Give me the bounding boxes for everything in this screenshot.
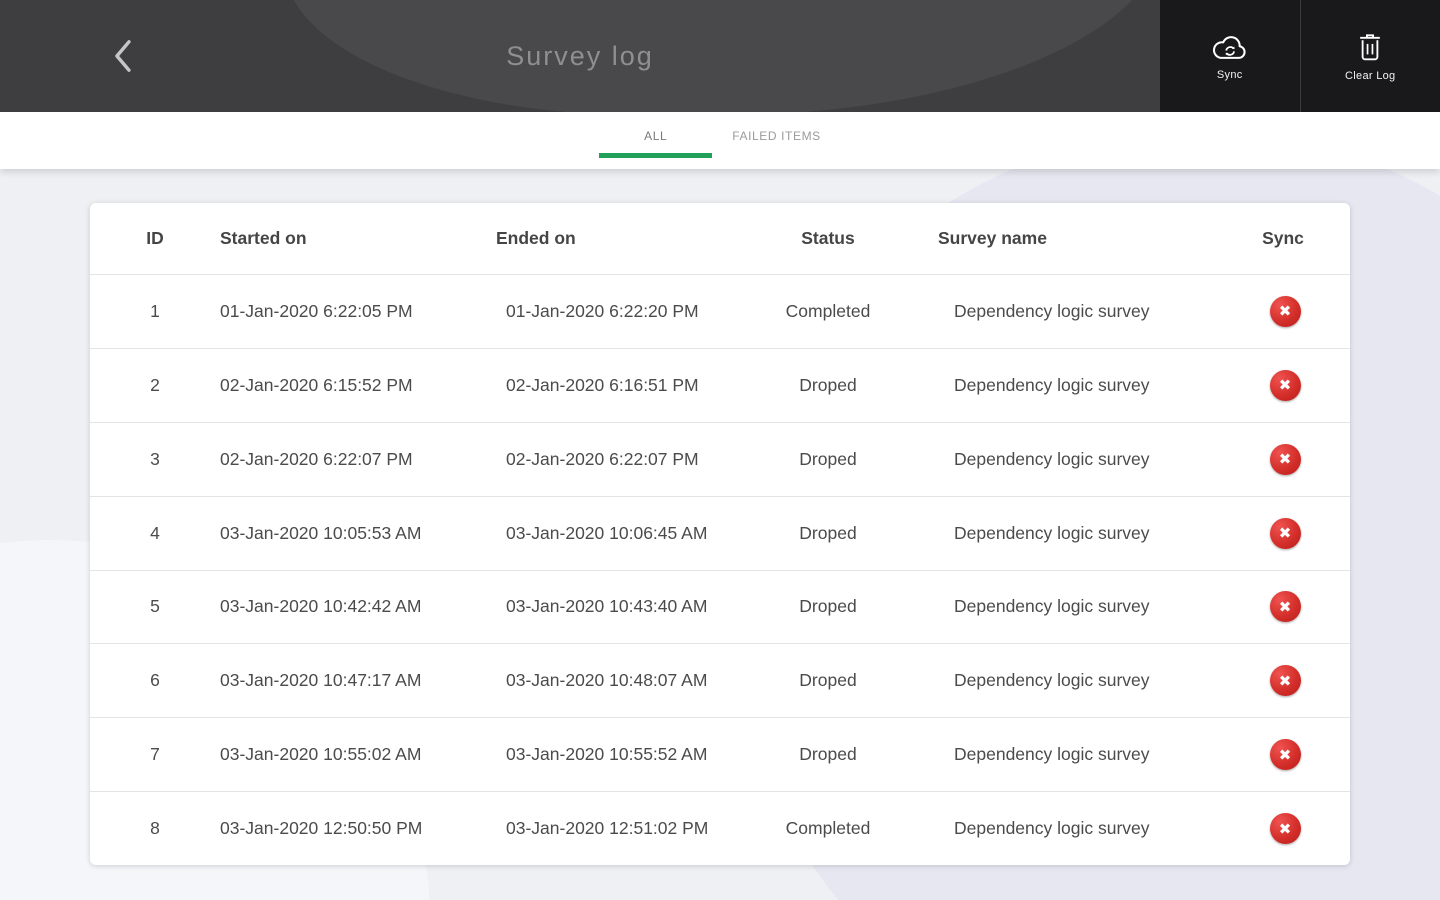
row-ended-on: 03-Jan-2020 12:51:02 PM bbox=[506, 818, 709, 839]
row-id: 8 bbox=[150, 818, 160, 839]
table-row: 4 03-Jan-2020 10:05:53 AM 03-Jan-2020 10… bbox=[90, 497, 1350, 571]
tab-all[interactable]: ALL bbox=[599, 112, 713, 169]
row-survey-name: Dependency logic survey bbox=[954, 744, 1150, 765]
row-status: Droped bbox=[799, 448, 857, 469]
column-header-status: Status bbox=[801, 228, 855, 248]
sync-failed-icon[interactable]: ✖ bbox=[1269, 739, 1301, 771]
row-status: Droped bbox=[799, 522, 857, 543]
row-ended-on: 02-Jan-2020 6:16:51 PM bbox=[506, 374, 699, 395]
row-survey-name: Dependency logic survey bbox=[954, 596, 1150, 617]
app-bar: Survey log Sync Clear Log bbox=[0, 0, 1440, 112]
tab-bar: ALL FAILED ITEMS bbox=[0, 112, 1440, 169]
tab-failed-items[interactable]: FAILED ITEMS bbox=[712, 112, 841, 169]
row-started-on: 02-Jan-2020 6:15:52 PM bbox=[220, 374, 413, 395]
row-survey-name: Dependency logic survey bbox=[954, 670, 1150, 691]
row-id: 3 bbox=[150, 448, 160, 469]
row-ended-on: 03-Jan-2020 10:06:45 AM bbox=[506, 522, 708, 543]
row-ended-on: 03-Jan-2020 10:55:52 AM bbox=[506, 744, 708, 765]
row-started-on: 03-Jan-2020 12:50:50 PM bbox=[220, 818, 423, 839]
row-status: Completed bbox=[785, 818, 871, 839]
row-started-on: 02-Jan-2020 6:22:07 PM bbox=[220, 448, 413, 469]
row-status: Droped bbox=[799, 374, 857, 395]
row-started-on: 03-Jan-2020 10:42:42 AM bbox=[220, 596, 422, 617]
sync-button-label: Sync bbox=[1216, 68, 1243, 81]
row-survey-name: Dependency logic survey bbox=[954, 448, 1150, 469]
row-status: Droped bbox=[799, 744, 857, 765]
survey-log-table: ID Started on Ended on Status Survey nam… bbox=[90, 203, 1350, 865]
column-header-survey: Survey name bbox=[938, 228, 1047, 248]
row-id: 5 bbox=[150, 596, 160, 617]
tabs: ALL FAILED ITEMS bbox=[599, 112, 841, 169]
sync-failed-icon[interactable]: ✖ bbox=[1269, 369, 1301, 401]
row-survey-name: Dependency logic survey bbox=[954, 522, 1150, 543]
column-header-ended: Ended on bbox=[496, 228, 576, 248]
clear-log-button-label: Clear Log bbox=[1345, 69, 1396, 82]
trash-icon bbox=[1360, 33, 1381, 60]
sync-failed-icon[interactable]: ✖ bbox=[1269, 517, 1301, 549]
row-id: 6 bbox=[150, 670, 160, 691]
row-ended-on: 03-Jan-2020 10:48:07 AM bbox=[506, 670, 708, 691]
row-ended-on: 03-Jan-2020 10:43:40 AM bbox=[506, 596, 708, 617]
table-row: 8 03-Jan-2020 12:50:50 PM 03-Jan-2020 12… bbox=[90, 792, 1350, 865]
table-row: 3 02-Jan-2020 6:22:07 PM 02-Jan-2020 6:2… bbox=[90, 423, 1350, 497]
table-row: 7 03-Jan-2020 10:55:02 AM 03-Jan-2020 10… bbox=[90, 718, 1350, 793]
row-id: 1 bbox=[150, 300, 160, 321]
row-ended-on: 01-Jan-2020 6:22:20 PM bbox=[506, 300, 699, 321]
row-status: Droped bbox=[799, 670, 857, 691]
row-started-on: 03-Jan-2020 10:05:53 AM bbox=[220, 522, 422, 543]
clear-log-button[interactable]: Clear Log bbox=[1299, 0, 1440, 112]
sync-failed-icon[interactable]: ✖ bbox=[1269, 295, 1301, 327]
row-survey-name: Dependency logic survey bbox=[954, 300, 1150, 321]
sync-failed-icon[interactable]: ✖ bbox=[1269, 443, 1301, 475]
column-header-id: ID bbox=[146, 228, 164, 248]
table-row: 5 03-Jan-2020 10:42:42 AM 03-Jan-2020 10… bbox=[90, 571, 1350, 645]
sync-button[interactable]: Sync bbox=[1160, 0, 1300, 112]
row-started-on: 03-Jan-2020 10:55:02 AM bbox=[220, 744, 422, 765]
table-row: 6 03-Jan-2020 10:47:17 AM 03-Jan-2020 10… bbox=[90, 644, 1350, 719]
table-header-row: ID Started on Ended on Status Survey nam… bbox=[90, 203, 1350, 275]
sync-failed-icon[interactable]: ✖ bbox=[1269, 813, 1301, 845]
table-row: 1 01-Jan-2020 6:22:05 PM 01-Jan-2020 6:2… bbox=[90, 275, 1350, 349]
row-started-on: 01-Jan-2020 6:22:05 PM bbox=[220, 300, 413, 321]
appbar-actions: Sync Clear Log bbox=[1160, 0, 1440, 112]
row-id: 2 bbox=[150, 374, 160, 395]
row-ended-on: 02-Jan-2020 6:22:07 PM bbox=[506, 448, 699, 469]
page-title: Survey log bbox=[506, 40, 654, 71]
row-survey-name: Dependency logic survey bbox=[954, 374, 1150, 395]
cloud-sync-icon bbox=[1212, 35, 1246, 59]
row-status: Droped bbox=[799, 596, 857, 617]
table-row: 2 02-Jan-2020 6:15:52 PM 02-Jan-2020 6:1… bbox=[90, 349, 1350, 423]
row-survey-name: Dependency logic survey bbox=[954, 818, 1150, 839]
row-id: 4 bbox=[150, 522, 160, 543]
sync-failed-icon[interactable]: ✖ bbox=[1269, 591, 1301, 623]
row-started-on: 03-Jan-2020 10:47:17 AM bbox=[220, 670, 422, 691]
column-header-started: Started on bbox=[220, 228, 307, 248]
sync-failed-icon[interactable]: ✖ bbox=[1269, 665, 1301, 697]
column-header-sync: Sync bbox=[1262, 228, 1304, 248]
row-id: 7 bbox=[150, 744, 160, 765]
row-status: Completed bbox=[785, 300, 871, 321]
